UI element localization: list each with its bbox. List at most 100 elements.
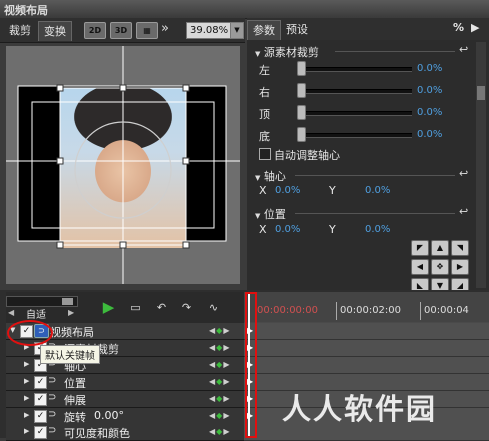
param-scrollbar[interactable]: [476, 42, 486, 288]
arrow-up-left-icon[interactable]: ◤: [411, 240, 429, 256]
percent-icon[interactable]: %: [453, 21, 464, 34]
section-axis[interactable]: ▼ 轴心: [255, 168, 286, 184]
keyframe-marker-icon[interactable]: ▶: [247, 343, 253, 352]
chevron-down-icon[interactable]: ▼: [230, 22, 244, 39]
fit-icon[interactable]: »: [161, 21, 169, 36]
timeline-ruler[interactable]: 00:00:00:00 00:00:02:00 00:00:04: [244, 292, 489, 322]
crop-bottom-value[interactable]: 0.0%: [417, 129, 442, 140]
redo-icon[interactable]: ↷: [178, 300, 195, 315]
axis-x-label: X: [259, 184, 267, 197]
arrow-up-right-icon[interactable]: ◥: [451, 240, 469, 256]
crop-right-slider[interactable]: [297, 89, 412, 94]
grid-view-button[interactable]: ▦: [136, 22, 158, 39]
arrow-left-icon[interactable]: ◀: [8, 308, 14, 317]
crop-top-label: 顶: [259, 108, 270, 121]
slider-thumb[interactable]: [297, 105, 306, 120]
checkbox-icon[interactable]: ✓: [34, 393, 47, 406]
layer-row[interactable]: ▶ ✓ ⊃ 伸展 ◀◆▶: [6, 391, 244, 408]
zoom-value[interactable]: 39.08%: [186, 22, 235, 39]
crop-top-value[interactable]: 0.0%: [417, 107, 442, 118]
position-x-label: X: [259, 223, 267, 236]
reset-icon[interactable]: ⊃: [48, 392, 56, 403]
layer-row[interactable]: ▶ ✓ ⊃ 位置 ◀◆▶: [6, 374, 244, 391]
mode-2d-button[interactable]: 2D: [84, 22, 106, 39]
menu-icon[interactable]: ▶: [471, 21, 479, 34]
slider-thumb[interactable]: [297, 127, 306, 142]
keyframe-nav[interactable]: ◀◆▶: [209, 377, 230, 386]
timecode: 00:00:00:00: [257, 305, 319, 316]
chevron-right-icon[interactable]: ▶: [24, 394, 29, 402]
checkbox-icon[interactable]: ✓: [34, 426, 47, 439]
center-icon[interactable]: ✥: [431, 259, 449, 275]
axis-x-value[interactable]: 0.0%: [275, 185, 300, 196]
watermark: 人人软件园: [282, 392, 438, 426]
keyframe-marker-icon[interactable]: ▶: [247, 326, 253, 335]
crop-left-value[interactable]: 0.0%: [417, 63, 442, 74]
slider-thumb[interactable]: [297, 61, 306, 76]
position-x-value[interactable]: 0.0%: [275, 224, 300, 235]
arrow-up-icon[interactable]: ▲: [431, 240, 449, 256]
reset-icon[interactable]: ↩: [459, 167, 468, 180]
layer-row[interactable]: ▶ ✓ ⊃ 可见度和颜色 ◀◆▶: [6, 424, 244, 441]
crop-bottom-label: 底: [259, 130, 270, 143]
timecode: 00:00:02:00: [340, 305, 402, 316]
undo-icon[interactable]: ↶: [153, 300, 170, 315]
keyframe-nav[interactable]: ◀◆▶: [209, 326, 230, 335]
checkbox-icon[interactable]: ✓: [34, 410, 47, 423]
keyframe-marker-icon[interactable]: ▶: [247, 360, 253, 369]
title-bar: 视频布局: [0, 0, 489, 19]
section-source-crop[interactable]: ▼ 源素材裁剪: [255, 44, 319, 60]
keyframe-marker-icon[interactable]: ▶: [247, 394, 253, 403]
chevron-right-icon[interactable]: ▶: [24, 411, 29, 419]
keyframe-nav[interactable]: ◀◆▶: [209, 411, 230, 420]
keyframe-nav[interactable]: ◀◆▶: [209, 343, 230, 352]
section-position[interactable]: ▼ 位置: [255, 206, 286, 222]
crop-right-value[interactable]: 0.0%: [417, 85, 442, 96]
timeline-row[interactable]: [244, 340, 489, 357]
tab-transform[interactable]: 变换: [38, 21, 72, 41]
keyframe-nav[interactable]: ◀◆▶: [209, 394, 230, 403]
tab-crop[interactable]: 裁剪: [4, 21, 36, 40]
chevron-right-icon[interactable]: ▶: [24, 427, 29, 435]
tab-params[interactable]: 参数: [247, 20, 281, 40]
position-y-value[interactable]: 0.0%: [365, 224, 390, 235]
arrow-left-icon[interactable]: ◀: [411, 259, 429, 275]
layer-label: 可见度和颜色: [64, 427, 130, 440]
scroll-thumb[interactable]: [62, 298, 73, 305]
reset-icon[interactable]: ⊃: [48, 409, 56, 420]
checkbox-icon[interactable]: [259, 148, 271, 160]
axis-y-value[interactable]: 0.0%: [365, 185, 390, 196]
crop-bottom-slider[interactable]: [297, 133, 412, 138]
reset-icon[interactable]: ⊃: [48, 425, 56, 436]
crop-top-slider[interactable]: [297, 111, 412, 116]
keyframe-marker-icon[interactable]: ▶: [247, 411, 253, 420]
curve-icon[interactable]: ∿: [205, 300, 222, 315]
crop-left-slider[interactable]: [297, 67, 412, 72]
layer-row[interactable]: ▶ ✓ ⊃ 旋转 0.00° ◀◆▶: [6, 408, 244, 425]
checkbox-icon[interactable]: ✓: [34, 376, 47, 389]
play-icon[interactable]: ▶: [100, 300, 117, 315]
tab-presets[interactable]: 预设: [281, 20, 313, 39]
auto-fit-label: 自适: [26, 310, 46, 321]
add-keyframe-icon[interactable]: ▭: [127, 300, 144, 315]
chevron-right-icon[interactable]: ▶: [24, 360, 29, 368]
preview-canvas[interactable]: [6, 46, 240, 284]
reset-icon[interactable]: ↩: [459, 43, 468, 56]
keyframe-marker-icon[interactable]: ▶: [247, 377, 253, 386]
reset-icon[interactable]: ↩: [459, 205, 468, 218]
keyframe-nav[interactable]: ◀◆▶: [209, 427, 230, 436]
keyframe-nav[interactable]: ◀◆▶: [209, 360, 230, 369]
rotation-value[interactable]: 0.00°: [94, 409, 124, 422]
reset-icon[interactable]: ⊃: [48, 375, 56, 386]
timeline-row[interactable]: [244, 357, 489, 374]
transform-overlay[interactable]: [6, 46, 240, 284]
timeline-row[interactable]: [244, 323, 489, 340]
mode-3d-button[interactable]: 3D: [110, 22, 132, 39]
scroll-thumb[interactable]: [477, 86, 485, 100]
auto-fit-control[interactable]: ◀ 自适 ▶: [6, 308, 76, 321]
slider-thumb[interactable]: [297, 83, 306, 98]
divider: [295, 175, 455, 176]
chevron-right-icon[interactable]: ▶: [24, 377, 29, 385]
arrow-right-icon[interactable]: ▶: [68, 308, 74, 317]
arrow-right-icon[interactable]: ▶: [451, 259, 469, 275]
